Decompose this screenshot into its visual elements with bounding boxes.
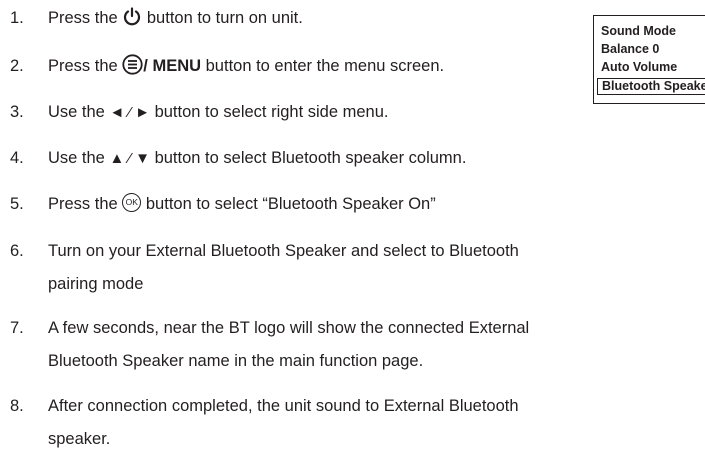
ok-button-icon: OK	[122, 193, 142, 213]
left-right-arrows-icon: ◄ ⁄ ►	[109, 104, 150, 121]
up-down-arrows-icon: ▲ ⁄ ▼	[109, 150, 150, 167]
menu-screen-illustration: Sound Mode Balance 0 Auto Volume Bluetoo…	[593, 15, 705, 104]
power-icon	[124, 7, 141, 25]
menu-item-bluetooth-speaker-selected: Bluetooth Speaker	[597, 78, 705, 95]
menu-item-auto-volume: Auto Volume	[601, 60, 678, 74]
menu-item-balance: Balance 0	[601, 42, 660, 56]
menu-icon	[122, 54, 143, 75]
menu-item-sound-mode: Sound Mode	[601, 24, 676, 38]
